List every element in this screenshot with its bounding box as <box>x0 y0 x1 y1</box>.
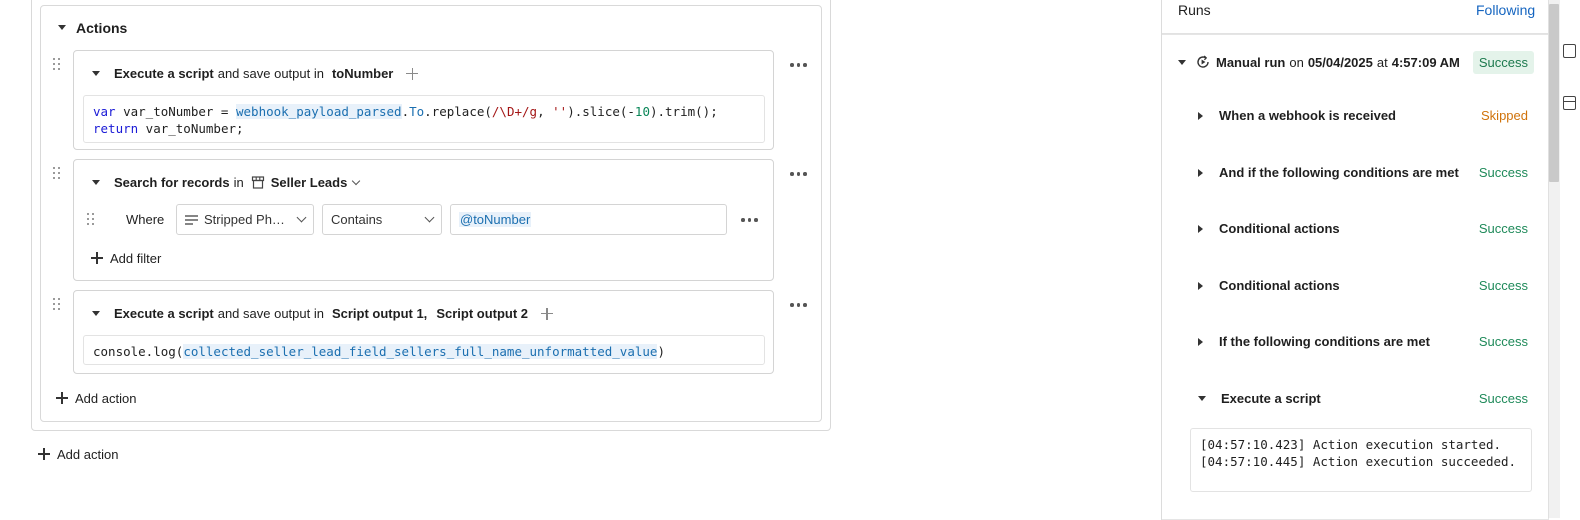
more-options-icon[interactable] <box>790 303 807 307</box>
run-step-status: Success <box>1478 334 1528 349</box>
run-step-row[interactable]: If the following conditions are met Succ… <box>1198 334 1528 349</box>
filter-more-options-icon[interactable] <box>741 218 758 222</box>
step-execute-script-2[interactable]: Execute a script and save output in Scri… <box>73 290 774 374</box>
output-name-1[interactable]: Script output 1, <box>332 306 427 321</box>
step-mid-text: in <box>233 175 244 190</box>
expand-caret-icon[interactable] <box>1198 224 1203 233</box>
chevron-down-icon <box>424 212 435 223</box>
text-field-icon <box>185 214 198 225</box>
run-step-row[interactable]: Conditional actions Success <box>1198 221 1528 236</box>
run-step-label: And if the following conditions are met <box>1219 165 1459 180</box>
output-name-2[interactable]: Script output 2 <box>436 306 528 321</box>
run-status-badge: Success <box>1472 50 1534 74</box>
runs-title: Runs <box>1178 2 1211 18</box>
expand-caret-icon[interactable] <box>1198 111 1203 120</box>
collapse-caret-icon[interactable] <box>92 180 100 185</box>
more-options-icon[interactable] <box>790 63 807 67</box>
step-mid-text: and save output in <box>217 66 324 81</box>
output-name[interactable]: toNumber <box>332 66 393 81</box>
script-editor[interactable]: console.log(collected_seller_lead_field_… <box>83 335 765 365</box>
step-verb: Execute a script <box>114 306 214 321</box>
plus-icon <box>38 448 50 460</box>
run-step-status: Success <box>1478 221 1528 236</box>
add-filter-button[interactable]: Add filter <box>91 250 161 266</box>
run-step-row[interactable]: Execute a script Success <box>1198 391 1528 406</box>
actions-group-title: Actions <box>76 19 128 36</box>
add-action-label: Add action <box>57 446 119 462</box>
chevron-down-icon <box>296 212 307 223</box>
collapse-caret-icon[interactable] <box>92 311 100 316</box>
run-step-status: Success <box>1478 278 1528 293</box>
collapse-caret-icon[interactable] <box>92 71 100 76</box>
operator-select-value: Contains <box>331 212 383 227</box>
run-step-label: When a webhook is received <box>1219 108 1396 123</box>
side-toolbar-icon[interactable] <box>1560 94 1580 114</box>
drag-handle-icon[interactable] <box>87 213 95 227</box>
add-action-outer-button[interactable]: Add action <box>38 446 118 462</box>
scrollbar-thumb[interactable] <box>1549 4 1559 182</box>
run-step-row[interactable]: Conditional actions Success <box>1198 278 1528 293</box>
step-mid-text: and save output in <box>217 306 324 321</box>
run-step-label: If the following conditions are met <box>1219 334 1430 349</box>
run-type: Manual run <box>1216 54 1286 70</box>
collapse-caret-icon[interactable] <box>58 25 66 30</box>
run-header-row[interactable]: Manual run on 05/04/2025 at 4:57:09 AM S… <box>1178 49 1534 75</box>
run-step-label: Execute a script <box>1221 391 1321 406</box>
collapse-caret-icon[interactable] <box>1178 59 1186 65</box>
collapse-caret-icon[interactable] <box>1198 396 1206 401</box>
table-chevron-down-icon[interactable] <box>352 176 361 185</box>
step-verb: Execute a script <box>114 66 214 81</box>
script-editor[interactable]: var var_toNumber = webhook_payload_parse… <box>83 95 765 143</box>
expand-caret-icon[interactable] <box>1198 281 1203 290</box>
add-output-icon[interactable] <box>541 307 554 320</box>
run-at-text: at <box>1376 54 1388 70</box>
manual-run-icon <box>1197 55 1209 68</box>
value-token: @toNumber <box>459 212 532 227</box>
drag-handle-icon[interactable] <box>53 58 61 72</box>
runs-panel: Runs Following Manual run on 05/04/2025 … <box>1161 0 1549 520</box>
side-toolbar-icon[interactable] <box>1560 42 1580 62</box>
add-action-label: Add action <box>75 390 137 406</box>
run-step-row[interactable]: When a webhook is received Skipped <box>1198 108 1528 123</box>
drag-handle-icon[interactable] <box>53 298 61 312</box>
add-action-inner-button[interactable]: Add action <box>56 390 136 406</box>
following-link[interactable]: Following <box>1476 2 1535 18</box>
step-search-records[interactable]: Search for records in Seller Leads Where… <box>73 159 774 281</box>
run-time: 4:57:09 AM <box>1391 54 1460 70</box>
drag-handle-icon[interactable] <box>53 167 61 181</box>
expand-caret-icon[interactable] <box>1198 337 1203 346</box>
run-step-status: Success <box>1478 391 1528 406</box>
run-step-label: Conditional actions <box>1219 221 1340 236</box>
table-name[interactable]: Seller Leads <box>271 175 348 190</box>
field-select-value: Stripped Ph… <box>204 212 285 227</box>
field-select[interactable]: Stripped Ph… <box>176 204 314 235</box>
step-execute-script-1[interactable]: Execute a script and save output in toNu… <box>73 50 774 150</box>
filter-value-input[interactable]: @toNumber <box>450 204 727 235</box>
run-date: 05/04/2025 <box>1307 54 1373 70</box>
operator-select[interactable]: Contains <box>322 204 442 235</box>
run-step-status: Success <box>1478 165 1528 180</box>
runs-header: Runs Following <box>1162 0 1549 34</box>
add-filter-label: Add filter <box>110 250 162 266</box>
storefront-icon <box>251 176 264 189</box>
plus-icon <box>91 252 103 264</box>
run-on-text: on <box>1289 54 1304 70</box>
execution-log: [04:57:10.423] Action execution started.… <box>1190 428 1532 492</box>
expand-caret-icon[interactable] <box>1198 168 1203 177</box>
add-output-icon[interactable] <box>406 67 419 80</box>
run-step-label: Conditional actions <box>1219 278 1340 293</box>
run-step-status: Skipped <box>1481 108 1528 123</box>
where-label: Where <box>126 212 165 227</box>
plus-icon <box>56 392 68 404</box>
step-verb: Search for records <box>114 175 230 190</box>
more-options-icon[interactable] <box>790 172 807 176</box>
run-step-row[interactable]: And if the following conditions are met … <box>1198 165 1528 180</box>
